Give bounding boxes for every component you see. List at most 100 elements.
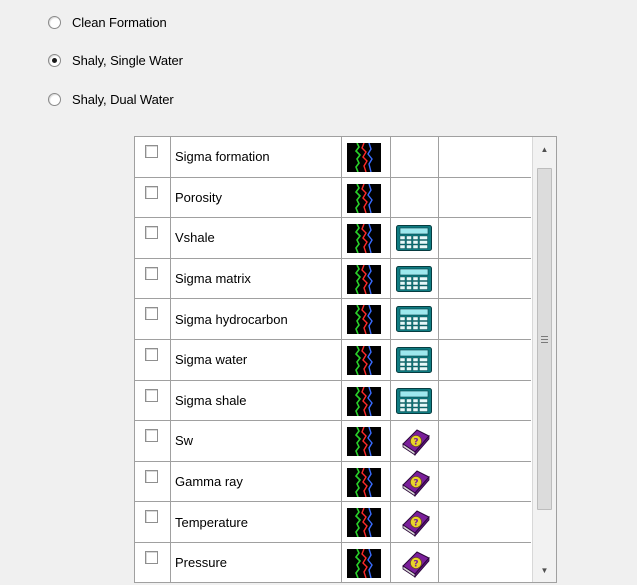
parameter-name: Porosity (175, 189, 222, 205)
radio-option-shaly-single-water[interactable]: Shaly, Single Water (48, 49, 183, 71)
empty-cell (439, 421, 531, 461)
help-book-icon[interactable]: ? (399, 548, 431, 579)
parameter-name: Sigma hydrocarbon (175, 311, 288, 327)
empty-cell (439, 462, 531, 502)
parameter-row: Sigma formation (135, 137, 531, 178)
parameter-checkbox[interactable] (145, 510, 158, 524)
calculator-icon[interactable] (396, 225, 432, 252)
log-curve-icon[interactable] (347, 183, 381, 213)
scroll-down-arrow-icon[interactable]: ▼ (533, 558, 556, 582)
log-curve-icon[interactable] (347, 426, 381, 457)
checkbox-cell (135, 502, 171, 542)
parameter-row: Vshale (135, 218, 531, 259)
parameter-checkbox[interactable] (145, 145, 158, 158)
tool-cell (391, 137, 439, 177)
log-cell (342, 380, 391, 421)
help-book-icon[interactable]: ? (399, 426, 431, 457)
log-cell (342, 137, 391, 177)
empty-cell (439, 259, 531, 299)
radio-button-selected[interactable] (48, 53, 61, 67)
empty-cell (439, 218, 531, 258)
parameter-checkbox[interactable] (145, 347, 158, 361)
log-curve-icon[interactable] (347, 345, 381, 376)
log-cell (342, 339, 391, 380)
checkbox-cell (135, 258, 171, 299)
svg-text:?: ? (413, 559, 418, 569)
parameter-grid: Sigma formation Porosity Vshale Sigma ma… (134, 136, 557, 583)
parameter-checkbox[interactable] (145, 266, 158, 280)
radio-option-shaly-dual-water[interactable]: Shaly, Dual Water (48, 88, 174, 110)
log-cell (342, 502, 391, 542)
calculator-icon[interactable] (396, 265, 432, 292)
svg-text:?: ? (413, 438, 418, 448)
scroll-up-arrow-icon[interactable]: ▲ (533, 137, 556, 161)
parameter-row: Sigma matrix (135, 258, 531, 300)
parameter-name-cell: Porosity (171, 177, 342, 218)
parameter-name-cell: Pressure (171, 542, 342, 582)
tool-cell (391, 258, 439, 299)
log-curve-icon[interactable] (347, 467, 381, 498)
tool-cell (391, 380, 439, 421)
checkbox-cell (135, 137, 171, 177)
empty-cell (439, 299, 531, 339)
radio-label: Shaly, Single Water (72, 52, 183, 68)
log-cell (342, 421, 391, 461)
checkbox-cell (135, 177, 171, 218)
parameter-checkbox[interactable] (145, 388, 158, 402)
parameter-name-cell: Temperature (171, 502, 342, 542)
parameter-name: Temperature (175, 514, 248, 530)
scroll-thumb[interactable] (537, 168, 552, 510)
empty-cell (439, 340, 531, 380)
parameter-checkbox[interactable] (145, 550, 158, 564)
tool-cell (391, 218, 439, 258)
log-curve-icon[interactable] (347, 305, 381, 335)
parameter-row: Sigma shale (135, 380, 531, 422)
parameter-checkbox[interactable] (145, 307, 158, 321)
help-book-icon[interactable]: ? (399, 467, 431, 497)
log-curve-icon[interactable] (347, 507, 381, 538)
log-curve-icon[interactable] (347, 223, 381, 254)
checkbox-cell (135, 299, 171, 339)
log-curve-icon[interactable] (347, 142, 381, 173)
parameter-name: Sw (175, 433, 194, 449)
log-cell (342, 299, 391, 339)
scroll-grip-icon (541, 336, 548, 343)
tool-cell (391, 299, 439, 339)
parameter-row: Sigma water (135, 339, 531, 381)
parameter-checkbox[interactable] (145, 429, 158, 443)
parameter-row: Sigma hydrocarbon (135, 299, 531, 340)
tool-cell: ? (391, 461, 439, 502)
parameter-checkbox[interactable] (145, 226, 158, 240)
parameter-name: Pressure (175, 555, 228, 571)
parameter-name-cell: Vshale (171, 218, 342, 258)
tool-cell: ? (391, 502, 439, 542)
parameter-checkbox[interactable] (145, 185, 158, 199)
parameter-checkbox[interactable] (145, 469, 158, 483)
checkbox-cell (135, 339, 171, 380)
parameter-row: Temperature ? (135, 502, 531, 543)
radio-option-clean-formation[interactable]: Clean Formation (48, 11, 167, 33)
parameter-name-cell: Sigma water (171, 339, 342, 380)
parameter-row: Sw ? (135, 421, 531, 462)
tool-cell (391, 177, 439, 218)
calculator-icon[interactable] (396, 346, 432, 373)
radio-button[interactable] (48, 92, 61, 106)
radio-button[interactable] (48, 15, 61, 29)
log-curve-icon[interactable] (347, 386, 381, 416)
calculator-icon[interactable] (396, 306, 432, 333)
parameter-name-cell: Sw (171, 421, 342, 461)
vertical-scrollbar[interactable]: ▲ ▼ (532, 137, 556, 582)
parameter-name-cell: Sigma shale (171, 380, 342, 421)
parameter-name: Sigma water (175, 352, 248, 368)
tool-cell: ? (391, 421, 439, 461)
parameter-row: Gamma ray ? (135, 461, 531, 503)
parameter-name-cell: Sigma matrix (171, 258, 342, 299)
help-book-icon[interactable]: ? (399, 507, 431, 538)
parameter-grid-rows: Sigma formation Porosity Vshale Sigma ma… (135, 137, 531, 582)
calculator-icon[interactable] (396, 387, 432, 414)
log-cell (342, 177, 391, 218)
log-curve-icon[interactable] (347, 548, 381, 579)
parameter-name: Sigma shale (175, 392, 247, 408)
log-cell (342, 542, 391, 582)
log-curve-icon[interactable] (347, 264, 381, 295)
